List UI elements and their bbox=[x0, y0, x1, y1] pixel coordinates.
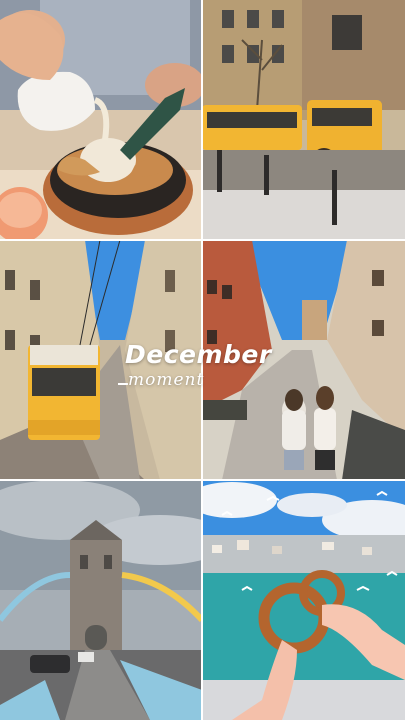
yellow-tram-street-photo bbox=[0, 240, 202, 480]
collage-divider-top bbox=[0, 239, 405, 241]
collage-vertical-divider bbox=[201, 0, 203, 720]
simit-seagulls-photo bbox=[202, 480, 405, 720]
collage-divider-bottom bbox=[0, 479, 405, 481]
dessert-pour-photo bbox=[0, 0, 202, 240]
tower-bridge-photo bbox=[0, 480, 202, 720]
yellow-tour-train-photo bbox=[202, 0, 405, 240]
city-street-walk-photo bbox=[202, 240, 405, 480]
